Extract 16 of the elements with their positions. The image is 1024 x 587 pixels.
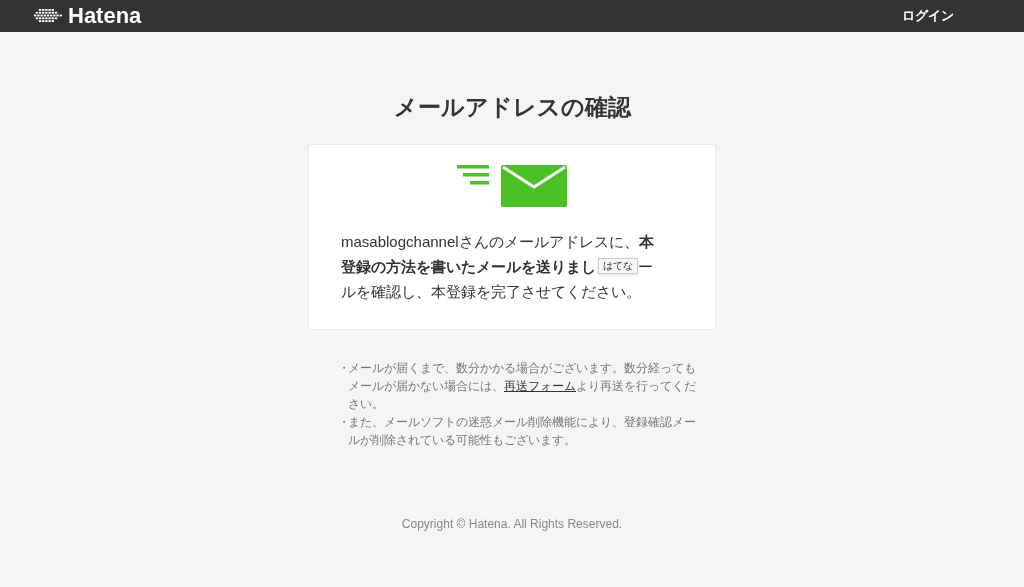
resend-form-link[interactable]: 再送フォーム	[504, 378, 576, 393]
page-title: メールアドレスの確認	[393, 93, 631, 122]
message-text: masablogchannelさんのメールアドレスに、本	[341, 231, 654, 252]
logo-icon	[34, 9, 64, 23]
message-text: 登録の方法を書いたメールを送りまし	[341, 256, 596, 277]
message-text: ー	[638, 256, 653, 277]
tooltip: はてな	[598, 258, 638, 274]
copyright-text: Copyright © Hatena. All Rights Reserved.	[401, 515, 623, 533]
note-text: また、メールソフトの迷惑メール削除機能により、登録確認メールが削除されている可能性もございます。	[348, 413, 696, 449]
bullet: ・	[338, 359, 348, 377]
mail-icon	[457, 164, 567, 207]
message-text: ルを確認し、本登録を完了させてください。	[341, 281, 641, 302]
note-text: メールが届くまで、数分かかる場合がございます。数分経ってもメールが届かない場合には、再送フォームより再送を行ってください。	[348, 359, 696, 413]
login-link[interactable]: ログイン	[902, 6, 954, 26]
bullet: ・	[338, 413, 348, 431]
logo-text[interactable]: Hatena	[68, 5, 142, 27]
